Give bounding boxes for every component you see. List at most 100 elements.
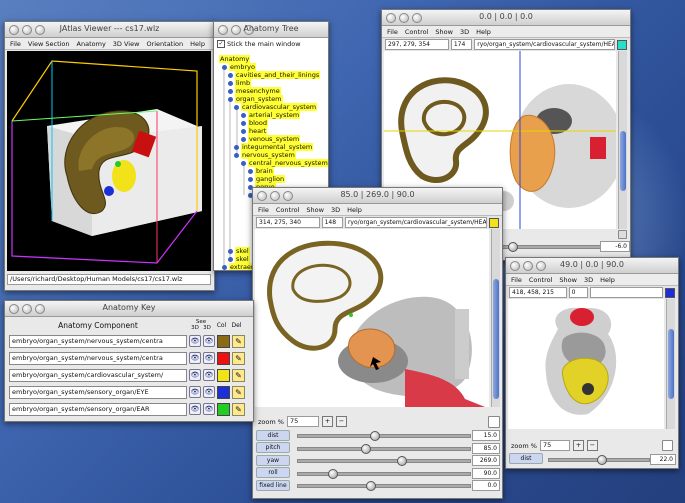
tree-node-icon[interactable] [234,104,239,110]
slider-knob[interactable] [328,468,338,479]
menu-show[interactable]: Show [435,28,453,36]
menu-help[interactable]: Help [476,28,491,36]
tree-item[interactable]: arterial_system [241,111,301,119]
menu-show[interactable]: Show [306,206,324,214]
component-color-swatch[interactable] [217,351,230,365]
slider-knob[interactable] [361,443,371,454]
tree-item[interactable]: cavities_and_their_linings [228,71,321,79]
see-3d-eye-icon[interactable]: 👁 [189,335,201,347]
tree-item[interactable]: central_nervous_system [241,159,328,167]
see-3d-eye-icon[interactable]: 👁 [189,369,201,381]
slider-track[interactable] [297,431,471,441]
tree-item[interactable]: skel [228,255,250,263]
component-color-swatch[interactable] [217,368,230,382]
tree-item[interactable]: organ_system [228,95,283,103]
tree-item[interactable]: heart [241,127,268,135]
delete-pencil-icon[interactable]: ✎ [232,385,245,399]
vertical-scrollbar[interactable] [618,51,627,229]
slider-track[interactable] [297,456,471,467]
slider-value[interactable]: 269.0 [472,455,500,467]
zoom-in-icon[interactable]: + [572,440,584,451]
title-bar[interactable]: 0.0 | 0.0 | 0.0 [382,10,630,26]
anatomy-component-path[interactable]: embryo/organ_system/sensory_organ/EAR [9,402,187,416]
vertical-scrollbar[interactable] [666,299,675,429]
tree-node-icon[interactable] [228,248,233,254]
tree-item[interactable]: embryo [222,63,256,71]
menu-control[interactable]: Control [276,206,300,214]
menu-3d-view[interactable]: 3D View [113,40,140,48]
component-color-swatch[interactable] [217,402,230,416]
menu-show[interactable]: Show [559,276,577,284]
slider-knob[interactable] [397,456,407,467]
tree-item[interactable]: skel [228,247,250,255]
3d-viewport[interactable] [7,51,211,271]
component-color-swatch[interactable] [217,334,230,348]
delete-pencil-icon[interactable]: ✎ [232,334,245,348]
zoom-in-icon[interactable]: + [321,416,333,427]
slider-knob[interactable] [366,481,376,492]
component-color-swatch[interactable] [217,385,230,399]
see-3d-eye-icon[interactable]: 👁 [203,403,215,415]
menu-3d[interactable]: 3D [331,206,340,214]
tree-node-icon[interactable] [228,80,233,86]
delete-pencil-icon[interactable]: ✎ [232,368,245,382]
anatomy-component-path[interactable]: embryo/organ_system/nervous_system/centr… [9,334,187,348]
menu-file[interactable]: File [258,206,269,214]
view1-slider-value[interactable]: -6.0 [600,241,630,252]
slider-track[interactable] [297,481,471,492]
menu-help[interactable]: Help [600,276,615,284]
title-bar[interactable]: Anatomy Key [5,301,253,317]
anatomy-component-path[interactable]: embryo/organ_system/cardiovascular_syste… [9,368,187,382]
anatomy-component-path[interactable]: embryo/organ_system/sensory_organ/EYE [9,385,187,399]
see-3d-eye-icon[interactable]: 👁 [189,352,201,364]
see-3d-eye-icon[interactable]: 👁 [203,335,215,347]
zoom-input[interactable]: 75 [286,416,319,427]
slider-value[interactable]: 0.0 [472,480,500,492]
slider-value[interactable]: 90.0 [472,467,500,479]
tree-node-icon[interactable] [248,168,253,174]
tree-node-icon[interactable] [228,88,233,94]
tree-node-icon[interactable] [241,128,246,134]
anatomy-component-path[interactable]: embryo/organ_system/nervous_system/centr… [9,351,187,365]
view3-corner-button[interactable] [662,440,673,451]
tree-item[interactable]: nervous_system [234,151,296,159]
slider-track[interactable] [297,443,471,454]
menu-control[interactable]: Control [405,28,429,36]
slider-knob[interactable] [370,431,380,441]
menu-orientation[interactable]: Orientation [146,40,183,48]
tree-item[interactable]: blood [241,119,269,127]
slider-track[interactable] [297,468,471,479]
tree-node-icon[interactable] [241,136,246,142]
see-3d-eye-icon[interactable]: 👁 [189,386,201,398]
tree-node-icon[interactable] [228,256,233,262]
see-3d-eye-icon[interactable]: 👁 [203,369,215,381]
zoom-input[interactable]: 75 [539,440,570,451]
menu-file[interactable]: File [10,40,21,48]
section-canvas[interactable] [255,229,489,407]
tree-node-icon[interactable] [234,144,239,150]
see-3d-eye-icon[interactable]: 👁 [189,403,201,415]
delete-pencil-icon[interactable]: ✎ [232,402,245,416]
vertical-scrollbar[interactable] [491,229,500,407]
tree-node-icon[interactable] [241,160,246,166]
tree-node-icon[interactable] [234,152,239,158]
section-canvas[interactable] [508,299,664,429]
see-3d-eye-icon[interactable]: 👁 [203,386,215,398]
menu-help[interactable]: Help [190,40,205,48]
tree-node-icon[interactable] [241,120,246,126]
tree-item[interactable]: cardiovascular_system [234,103,318,111]
menu-3d[interactable]: 3D [584,276,593,284]
tree-node-icon[interactable] [248,176,253,182]
tree-node-icon[interactable] [241,112,246,118]
menu-anatomy[interactable]: Anatomy [77,40,106,48]
menu-control[interactable]: Control [529,276,553,284]
slider-value[interactable]: 85.0 [472,442,500,454]
view3-dist-slider[interactable] [548,455,650,465]
see-3d-eye-icon[interactable]: 👁 [203,352,215,364]
menu-file[interactable]: File [511,276,522,284]
zoom-out-icon[interactable]: − [335,416,347,427]
menu-3d[interactable]: 3D [460,28,469,36]
slider-value[interactable]: 15.0 [472,430,500,441]
tree-item[interactable]: brain [248,167,274,175]
tree-node-icon[interactable] [222,264,227,270]
